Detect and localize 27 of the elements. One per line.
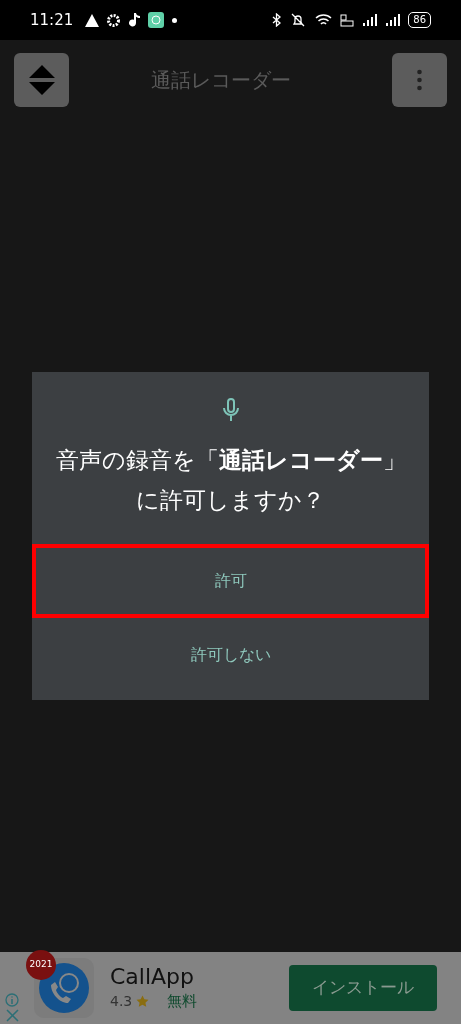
close-icon[interactable] <box>5 1009 19 1022</box>
music-note-icon <box>128 13 141 27</box>
wifi-icon <box>315 13 333 27</box>
install-button[interactable]: インストール <box>289 965 437 1011</box>
sort-icon <box>28 65 55 95</box>
more-button[interactable] <box>392 53 447 107</box>
status-time: 11:21 <box>30 9 74 31</box>
more-icon <box>417 69 422 91</box>
warning-icon <box>85 13 100 27</box>
app-icon <box>148 12 165 28</box>
app-title: 通話レコーダー <box>151 67 291 94</box>
bluetooth-icon <box>272 13 282 27</box>
star-icon <box>136 994 150 1008</box>
signal-icon <box>362 14 378 26</box>
year-badge: 2021 <box>26 950 56 980</box>
price-label: 無料 <box>167 990 198 1012</box>
ad-app-name: CallApp <box>110 963 196 990</box>
sort-button[interactable] <box>14 53 69 107</box>
dialog-button[interactable]: 許可しない <box>32 618 429 692</box>
dialog-button[interactable]: 許可 <box>32 544 429 618</box>
dialog-message: 音声の録音を「通話レコーダー」に許可しますか？ <box>54 446 407 515</box>
signal-icon <box>385 14 401 26</box>
info-icon[interactable] <box>5 993 19 1007</box>
rating-value: 4.3 <box>110 991 133 1011</box>
battery-indicator: 86 <box>408 12 431 28</box>
dot-icon <box>172 17 178 23</box>
microphone-icon <box>221 398 240 422</box>
